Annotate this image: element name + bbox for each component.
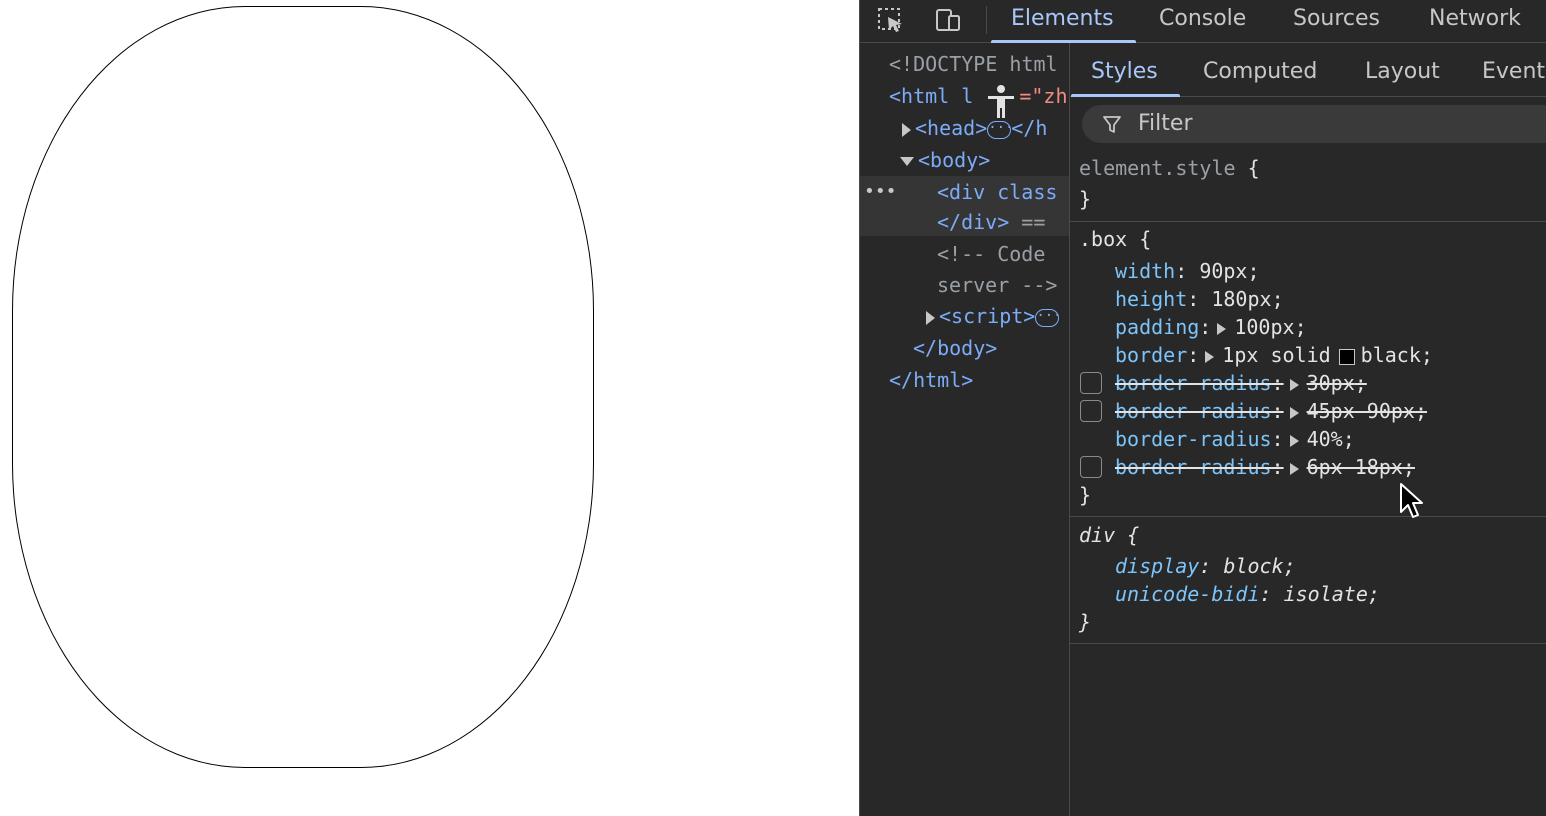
toolbar-divider (986, 6, 987, 34)
styles-pane: Styles Computed Layout Event element.sty… (1069, 43, 1546, 816)
page-viewport (0, 0, 859, 816)
box-rule-close: } (1079, 483, 1092, 507)
accessibility-icon[interactable] (985, 84, 1017, 120)
expand-value-icon[interactable] (1289, 462, 1299, 475)
expand-value-icon[interactable] (1289, 378, 1299, 391)
dom-tree: <!DOCTYPE html <html l ="zh <head>···</h… (860, 43, 1069, 816)
dom-doctype[interactable]: <!DOCTYPE html (889, 48, 1069, 80)
decl-border-radius-disabled-2[interactable]: border-radius: 45px 90px; (1115, 397, 1427, 425)
tab-network[interactable]: Network (1429, 0, 1521, 43)
styles-subtabs: Styles Computed Layout Event (1070, 43, 1546, 97)
rounded-box[interactable] (12, 6, 594, 768)
dom-script[interactable]: <script>··· (926, 300, 1069, 332)
decl-border-radius-active[interactable]: border-radius: 40%; (1115, 425, 1355, 453)
tab-event-listeners[interactable]: Event (1482, 43, 1545, 97)
dom-body-open[interactable]: <body> (900, 144, 1069, 176)
dom-div-selected[interactable]: ••• <div class </div> == (860, 176, 1069, 236)
box-rule-selector[interactable]: .box { (1079, 225, 1151, 253)
rule-divider (1070, 643, 1546, 644)
device-toolbar-icon[interactable] (932, 6, 962, 34)
expand-value-icon[interactable] (1289, 434, 1299, 447)
rule-divider (1070, 221, 1546, 222)
decl-height[interactable]: height: 180px; (1115, 285, 1284, 313)
dom-html-open[interactable]: <html l ="zh (889, 80, 1069, 112)
element-style-selector[interactable]: element.style { (1079, 154, 1260, 182)
expand-value-icon[interactable] (1217, 322, 1227, 335)
rule-divider (1070, 516, 1546, 517)
expand-triangle-icon[interactable] (926, 310, 935, 325)
decl-border-radius-disabled-1[interactable]: border-radius: 30px; (1115, 369, 1367, 397)
decl-border[interactable]: border: 1px solid black; (1115, 341, 1433, 369)
devtools-toolbar: Elements Console Sources Network (860, 0, 1546, 43)
decl-display[interactable]: display: block; (1115, 552, 1296, 580)
toggle-declaration-checkbox[interactable] (1080, 372, 1102, 394)
div-rule-selector[interactable]: div { (1079, 521, 1139, 549)
tab-styles[interactable]: Styles (1071, 43, 1180, 97)
decl-unicode-bidi[interactable]: unicode-bidi: isolate; (1115, 580, 1380, 608)
toggle-declaration-checkbox[interactable] (1080, 456, 1102, 478)
decl-border-radius-disabled-3[interactable]: border-radius: 6px 18px; (1115, 453, 1415, 481)
filter-icon (1103, 116, 1121, 133)
inspect-element-icon[interactable] (876, 6, 906, 34)
expand-value-icon[interactable] (1205, 350, 1215, 363)
decl-padding[interactable]: padding: 100px; (1115, 313, 1307, 341)
tab-sources[interactable]: Sources (1293, 0, 1380, 43)
collapsed-ellipsis-icon[interactable]: ··· (1035, 308, 1062, 327)
collapse-triangle-icon[interactable] (900, 157, 914, 166)
tab-elements[interactable]: Elements (991, 0, 1135, 43)
mouse-cursor-icon (1400, 483, 1423, 518)
element-style-close: } (1079, 187, 1092, 211)
devtools-panel: Elements Console Sources Network <!DOCTY… (859, 0, 1546, 816)
filter-bar (1082, 105, 1546, 143)
expand-triangle-icon[interactable] (902, 122, 911, 137)
decl-width[interactable]: width: 90px; (1115, 257, 1260, 285)
dom-comment[interactable]: <!-- Code (937, 238, 1069, 270)
tab-console[interactable]: Console (1159, 0, 1246, 43)
tab-layout[interactable]: Layout (1365, 43, 1440, 97)
more-dots-icon[interactable]: ••• (864, 176, 897, 208)
collapsed-ellipsis-icon[interactable]: ··· (987, 120, 1014, 139)
dom-body-close[interactable]: </body> (913, 332, 1069, 364)
expand-value-icon[interactable] (1289, 406, 1299, 419)
color-swatch-icon[interactable] (1338, 348, 1355, 365)
toggle-declaration-checkbox[interactable] (1080, 400, 1102, 422)
styles-filter-input[interactable] (1138, 105, 1518, 143)
tab-computed[interactable]: Computed (1203, 43, 1317, 97)
dom-comment-cont: server --> (937, 273, 1058, 297)
dom-html-close[interactable]: </html> (889, 364, 1069, 396)
div-rule-close: } (1079, 610, 1092, 634)
